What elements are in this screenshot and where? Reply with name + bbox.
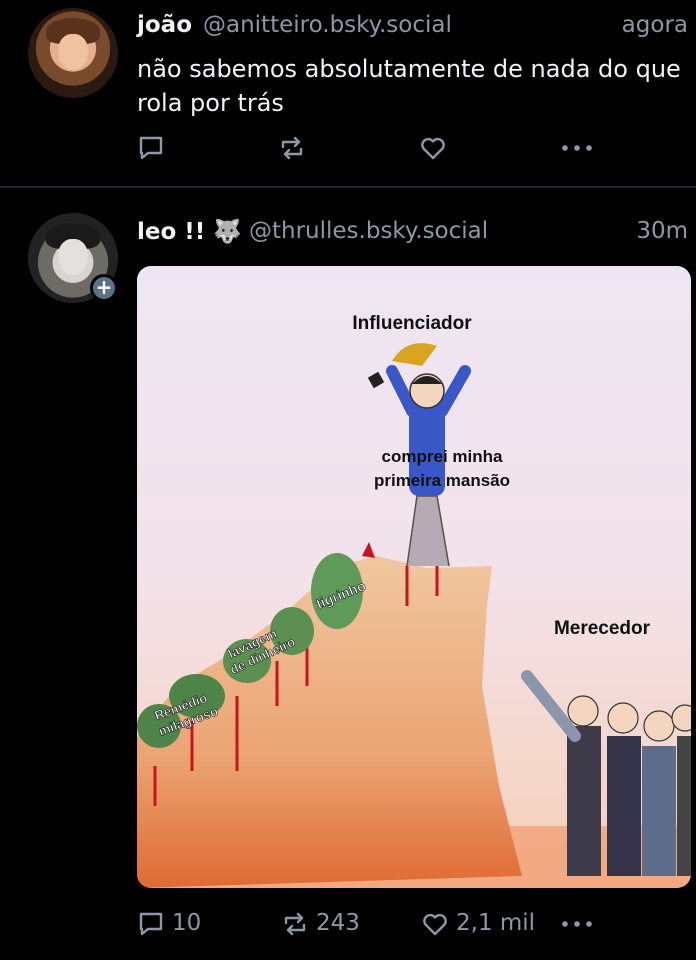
meme-label-influencer: Influenciador [352,313,472,334]
display-name[interactable]: leo !! 🐺 [137,218,242,245]
reply-count: 10 [172,910,202,936]
avatar-face [58,239,88,275]
like-count: 2,1 mil [456,910,536,936]
timestamp[interactable]: 30m [636,218,688,244]
meme-quote-line2: primeira mansão [374,471,510,490]
handle[interactable]: @thrulles.bsky.social [249,218,488,244]
meme-quote-line1: comprei minha [382,447,503,466]
meme-image[interactable]: Influenciador comprei minha primeira man… [137,266,691,888]
follow-plus-icon[interactable]: + [90,274,118,302]
like-icon[interactable] [421,910,449,938]
more-icon[interactable] [560,914,594,934]
meme-label-merecedor: Merecedor [554,618,651,639]
repost-icon[interactable] [281,910,309,938]
post-leo[interactable]: + leo !! 🐺 @thrulles.bsky.social 30m Inf… [0,0,696,960]
reply-icon[interactable] [137,910,165,938]
repost-count: 243 [316,910,360,936]
